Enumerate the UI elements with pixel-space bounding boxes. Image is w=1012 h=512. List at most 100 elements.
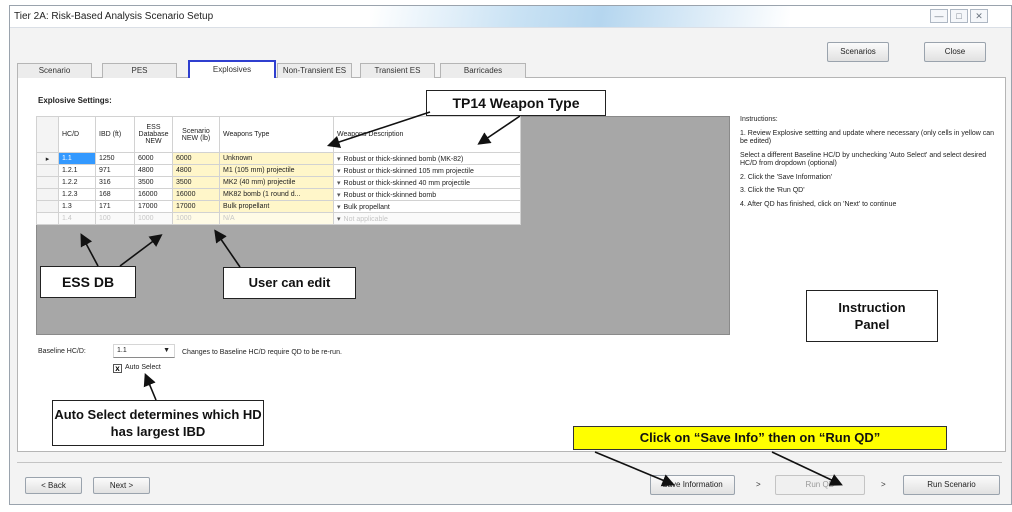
cell-scenario-new[interactable]: 1000 bbox=[172, 212, 220, 225]
cell-ess: 16000 bbox=[134, 188, 173, 201]
col-header-weapons-description[interactable]: Weapons Description bbox=[333, 116, 521, 153]
annotation-ess-db: ESS DB bbox=[40, 266, 136, 298]
baseline-hcd-value: 1.1 bbox=[117, 347, 127, 354]
dropdown-arrow-icon[interactable]: ▾ bbox=[337, 204, 341, 211]
cell-ibd: 171 bbox=[95, 200, 135, 213]
save-information-button[interactable]: Save Information bbox=[650, 475, 735, 495]
window-title: Tier 2A: Risk-Based Analysis Scenario Se… bbox=[14, 11, 214, 22]
close-window-icon[interactable]: ✕ bbox=[970, 9, 988, 23]
scenarios-button[interactable]: Scenarios bbox=[827, 42, 889, 62]
step-separator: > bbox=[881, 480, 886, 489]
cell-ess: 17000 bbox=[134, 200, 173, 213]
title-bar: Tier 2A: Risk-Based Analysis Scenario Se… bbox=[10, 6, 1011, 28]
row-selector[interactable] bbox=[36, 212, 59, 225]
back-button[interactable]: < Back bbox=[25, 477, 82, 494]
row-selector-icon[interactable]: ▸ bbox=[36, 152, 59, 165]
instruction-step: 1. Review Explosive settting and update … bbox=[740, 129, 995, 146]
annotation-user-edit: User can edit bbox=[223, 267, 356, 299]
col-header-scenario-new[interactable]: Scenario NEW (lb) bbox=[172, 116, 220, 153]
cell-ibd: 1250 bbox=[95, 152, 135, 165]
tab-scenario[interactable]: Scenario bbox=[17, 63, 92, 78]
dropdown-arrow-icon[interactable]: ▾ bbox=[337, 180, 341, 187]
row-selector[interactable] bbox=[36, 176, 59, 189]
col-header-hcd[interactable]: HC/D bbox=[58, 116, 96, 153]
cell-weapons-description: ▾ Not applicable bbox=[333, 212, 521, 225]
row-selector[interactable] bbox=[36, 164, 59, 177]
dropdown-arrow-icon[interactable]: ▾ bbox=[337, 168, 341, 175]
tab-non-transient-es[interactable]: Non-Transient ES bbox=[277, 63, 352, 78]
run-qd-button[interactable]: Run QD bbox=[775, 475, 865, 495]
cell-weapons-type[interactable]: MK82 bomb (1 round d... bbox=[219, 188, 334, 201]
baseline-hcd-label: Baseline HC/D: bbox=[38, 348, 86, 355]
baseline-hcd-select[interactable]: 1.1 ▼ bbox=[113, 344, 175, 358]
auto-select-label[interactable]: Auto Select bbox=[125, 364, 161, 371]
dropdown-arrow-icon[interactable]: ▾ bbox=[337, 156, 341, 163]
cell-scenario-new[interactable]: 6000 bbox=[172, 152, 220, 165]
step-separator: > bbox=[756, 480, 761, 489]
cell-scenario-new[interactable]: 17000 bbox=[172, 200, 220, 213]
tab-pes[interactable]: PES bbox=[102, 63, 177, 78]
col-header-weapons-type[interactable]: Weapons Type bbox=[219, 116, 334, 153]
chevron-down-icon[interactable]: ▼ bbox=[163, 347, 170, 354]
cell-weapons-type[interactable]: Bulk propellant bbox=[219, 200, 334, 213]
dropdown-arrow-icon[interactable]: ▾ bbox=[337, 216, 341, 223]
table-row[interactable]: 1.2.1 971 4800 4800 M1 (105 mm) projecti… bbox=[36, 164, 521, 177]
baseline-note: Changes to Baseline HC/D require QD to b… bbox=[182, 349, 342, 356]
cell-scenario-new[interactable]: 4800 bbox=[172, 164, 220, 177]
cell-weapons-type[interactable]: Unknown bbox=[219, 152, 334, 165]
cell-hcd[interactable]: 1.3 bbox=[58, 200, 96, 213]
cell-ibd: 100 bbox=[95, 212, 135, 225]
weapons-description-text: Robust or thick-skinned 40 mm projectile bbox=[343, 179, 470, 187]
cell-ibd: 168 bbox=[95, 188, 135, 201]
cell-ess: 1000 bbox=[134, 212, 173, 225]
instructions-heading: Instructions: bbox=[740, 116, 778, 123]
row-selector[interactable] bbox=[36, 200, 59, 213]
col-header-ibd[interactable]: IBD (ft) bbox=[95, 116, 135, 153]
table-row[interactable]: ▸ 1.1 1250 6000 6000 Unknown ▾ Robust or … bbox=[36, 152, 521, 165]
row-header-corner bbox=[36, 116, 59, 153]
cell-ibd: 316 bbox=[95, 176, 135, 189]
cell-scenario-new[interactable]: 3500 bbox=[172, 176, 220, 189]
annotation-weapon-type: TP14 Weapon Type bbox=[426, 90, 606, 116]
cell-ess: 3500 bbox=[134, 176, 173, 189]
cell-hcd[interactable]: 1.2.3 bbox=[58, 188, 96, 201]
run-scenario-button[interactable]: Run Scenario bbox=[903, 475, 1000, 495]
cell-hcd[interactable]: 1.4 bbox=[58, 212, 96, 225]
col-header-ess-database[interactable]: ESS Database NEW bbox=[134, 116, 173, 153]
tab-barricades[interactable]: Barricades bbox=[440, 63, 526, 78]
close-button[interactable]: Close bbox=[924, 42, 986, 62]
section-title: Explosive Settings: bbox=[38, 96, 112, 105]
table-row[interactable]: 1.3 171 17000 17000 Bulk propellant ▾ Bul… bbox=[36, 200, 521, 213]
auto-select-checkbox[interactable]: x bbox=[113, 364, 122, 373]
tab-transient-es[interactable]: Transient ES bbox=[360, 63, 435, 78]
cell-ess: 6000 bbox=[134, 152, 173, 165]
title-bar-decoration bbox=[370, 6, 790, 27]
cell-scenario-new[interactable]: 16000 bbox=[172, 188, 220, 201]
annotation-auto-select: Auto Select determines which HD has larg… bbox=[52, 400, 264, 446]
footer-divider bbox=[17, 462, 1002, 463]
table-row[interactable]: 1.2.3 168 16000 16000 MK82 bomb (1 round… bbox=[36, 188, 521, 201]
instructions-panel: Instructions: 1. Review Explosive settti… bbox=[740, 116, 1002, 214]
tab-explosives[interactable]: Explosives bbox=[188, 60, 276, 78]
cell-weapons-type[interactable]: M1 (105 mm) projectile bbox=[219, 164, 334, 177]
next-button[interactable]: Next > bbox=[93, 477, 150, 494]
annotation-instruction-panel: Instruction Panel bbox=[806, 290, 938, 342]
table-row[interactable]: 1.4 100 1000 1000 N/A ▾ Not applicable bbox=[36, 212, 521, 225]
row-selector[interactable] bbox=[36, 188, 59, 201]
cell-hcd[interactable]: 1.2.1 bbox=[58, 164, 96, 177]
cell-weapons-description: ▾ Bulk propellant bbox=[333, 200, 521, 213]
weapons-description-text: Robust or thick-skinned bomb bbox=[343, 191, 437, 199]
maximize-icon[interactable]: □ bbox=[950, 9, 968, 23]
weapons-description-text: Robust or thick-skinned bomb (MK-82) bbox=[343, 155, 464, 163]
cell-weapons-description: ▾ Robust or thick-skinned 105 mm projecti… bbox=[333, 164, 521, 177]
explosive-settings-grid: HC/D IBD (ft) ESS Database NEW Scenario … bbox=[36, 116, 521, 225]
cell-hcd[interactable]: 1.2.2 bbox=[58, 176, 96, 189]
cell-hcd[interactable]: 1.1 bbox=[58, 152, 96, 165]
cell-weapons-type[interactable]: N/A bbox=[219, 212, 334, 225]
table-row[interactable]: 1.2.2 316 3500 3500 MK2 (40 mm) projecti… bbox=[36, 176, 521, 189]
dropdown-arrow-icon[interactable]: ▾ bbox=[337, 192, 341, 199]
cell-weapons-type[interactable]: MK2 (40 mm) projectile bbox=[219, 176, 334, 189]
cell-weapons-description: ▾ Robust or thick-skinned bomb bbox=[333, 188, 521, 201]
minimize-icon[interactable]: — bbox=[930, 9, 948, 23]
weapons-description-text: Bulk propellant bbox=[343, 203, 390, 211]
